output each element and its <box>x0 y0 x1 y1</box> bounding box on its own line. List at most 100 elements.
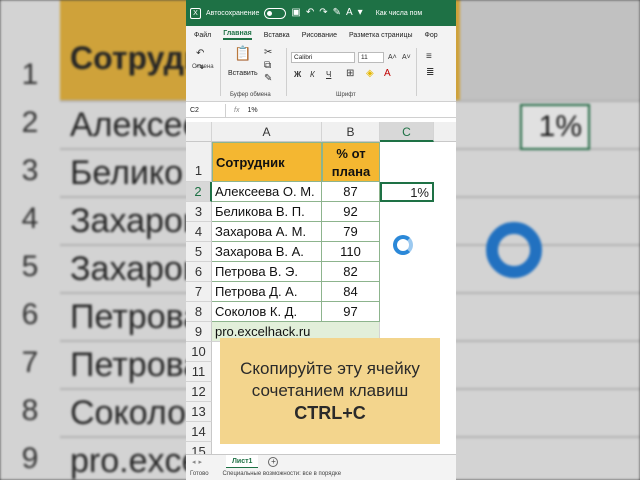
row-header[interactable]: 8 <box>186 302 212 322</box>
ribbon-tab[interactable]: Фор <box>425 32 438 39</box>
bg-row-name: Белико <box>70 154 184 192</box>
selected-cell-c2[interactable]: 1% <box>380 182 434 202</box>
row-header[interactable]: 10 <box>186 342 212 362</box>
instruction-callout: Скопируйте эту ячейку сочетанием клавиш … <box>220 338 440 444</box>
accessibility-status[interactable]: Специальные возможности: все в порядке <box>223 471 342 477</box>
row-header[interactable]: 14 <box>186 422 212 442</box>
bg-row-number: 6 <box>21 298 39 331</box>
video-frame: Сотрудн 1 2 Алексеева 3 Белико 4 Захарова 5 Заха… <box>0 0 640 480</box>
callout-shortcut: CTRL+C <box>294 403 366 423</box>
ribbon-tab[interactable]: Файл <box>194 32 211 39</box>
bg-row-number: 1 <box>21 58 39 91</box>
font-size-box[interactable]: 11 <box>358 52 384 63</box>
borders-icon[interactable]: ⊞ <box>346 69 354 79</box>
font-name-box[interactable]: Calibri <box>291 52 355 63</box>
row-header[interactable]: 1 <box>186 142 212 182</box>
ribbon: ↶ ↷ Отмена 📋 Вставить ✂ ⧉ ✎ Буфер обмена… <box>186 44 456 102</box>
redo-icon[interactable]: ↷ <box>319 8 327 18</box>
bg-header-fill-right <box>460 0 640 100</box>
excel-logo-icon: X <box>190 7 201 19</box>
header-cell-plan: % от плана <box>322 142 380 182</box>
ribbon-tabs: Файл Главная Вставка Рисование Разметка стра… <box>186 26 456 44</box>
formula-bar: C2 fx 1% <box>186 104 456 118</box>
undo-icon[interactable]: ↶ <box>196 49 204 59</box>
bg-row-number: 8 <box>21 394 39 427</box>
ribbon-tab[interactable]: Разметка страницы <box>349 32 413 39</box>
bold-button[interactable]: Ж <box>294 70 301 80</box>
status-ready: Готово <box>190 471 209 477</box>
bg-header-text: Сотрудн <box>70 40 204 76</box>
row-header[interactable]: 9 <box>186 322 212 342</box>
fill-color-icon[interactable]: ◈ <box>366 69 374 79</box>
table-row-value[interactable]: 97 <box>322 302 380 322</box>
add-sheet-icon[interactable]: + <box>268 456 279 467</box>
row-header[interactable]: 5 <box>186 242 212 262</box>
row-header[interactable]: 6 <box>186 262 212 282</box>
row-header[interactable]: 13 <box>186 402 212 422</box>
undo-icon[interactable]: ↶ <box>306 8 314 18</box>
align-left-icon[interactable]: ≣ <box>426 68 434 78</box>
table-row-value[interactable]: 87 <box>322 182 380 202</box>
table-row-value[interactable]: 92 <box>322 202 380 222</box>
table-row-name[interactable]: Алексеева О. М. <box>212 182 322 202</box>
table-row-value[interactable]: 110 <box>322 242 380 262</box>
status-bar: Готово Специальные возможности: все в по… <box>186 468 456 480</box>
row-header[interactable]: 4 <box>186 222 212 242</box>
ribbon-tab[interactable]: Вставка <box>264 32 290 39</box>
bg-row-name: Соколо <box>70 394 187 432</box>
row-header[interactable]: 3 <box>186 202 212 222</box>
bg-row-name: Петрова <box>70 298 203 336</box>
format-painter-icon[interactable]: ✎ <box>264 74 272 84</box>
row-header[interactable]: 12 <box>186 382 212 402</box>
column-header-b[interactable]: B <box>322 122 380 142</box>
sheet-nav-icon[interactable]: ◂▸ <box>186 458 226 466</box>
brush-icon[interactable]: ✎ <box>333 8 341 18</box>
table-row-name[interactable]: Петрова В. Э. <box>212 262 322 282</box>
bg-loading-ring <box>486 222 542 278</box>
paste-label[interactable]: Вставить <box>228 70 258 77</box>
font-group-label: Шрифт <box>336 92 356 98</box>
align-icon[interactable]: ≡ <box>426 52 432 62</box>
row-header[interactable]: 7 <box>186 282 212 302</box>
decrease-font-icon[interactable]: A˅ <box>402 53 411 63</box>
select-all-corner[interactable] <box>186 122 212 142</box>
ribbon-tab[interactable]: Рисование <box>302 32 337 39</box>
table-row-name[interactable]: Беликова В. П. <box>212 202 322 222</box>
bg-row-number: 9 <box>21 442 39 475</box>
paste-icon[interactable]: 📋 <box>234 46 251 60</box>
sheet-tab[interactable]: Лист1 <box>226 454 259 469</box>
callout-line-1: Скопируйте эту ячейку <box>240 359 420 378</box>
name-box[interactable]: C2 <box>186 104 226 117</box>
ribbon-tab[interactable]: Главная <box>223 30 252 40</box>
table-row-name[interactable]: Петрова Д. А. <box>212 282 322 302</box>
table-row-value[interactable]: 82 <box>322 262 380 282</box>
table-row-name[interactable]: Соколов К. Д. <box>212 302 322 322</box>
italic-button[interactable]: К <box>310 70 315 80</box>
formula-input[interactable]: 1% <box>247 107 257 114</box>
save-icon[interactable]: ▣ <box>291 8 300 18</box>
bg-row-number: 2 <box>21 106 39 139</box>
font-color-icon[interactable]: A <box>384 69 391 79</box>
loading-spinner-icon <box>393 235 413 255</box>
column-header-d[interactable] <box>434 122 456 142</box>
fx-icon[interactable]: fx <box>226 107 247 114</box>
underline-button[interactable]: Ч <box>326 70 331 80</box>
row-header[interactable]: 2 <box>186 182 212 202</box>
more-icon[interactable]: ▾ <box>358 8 363 18</box>
table-row-value[interactable]: 84 <box>322 282 380 302</box>
font-color-icon[interactable]: A <box>346 8 353 18</box>
bg-selected-cell: 1% <box>520 104 590 150</box>
table-row-value[interactable]: 79 <box>322 222 380 242</box>
row-header[interactable]: 11 <box>186 362 212 382</box>
autosave-toggle[interactable] <box>264 7 287 19</box>
column-header-c[interactable]: C <box>380 122 434 142</box>
bg-row-number: 7 <box>21 346 39 379</box>
column-header-a[interactable]: A <box>212 122 322 142</box>
callout-line-2: сочетанием клавиш <box>251 381 409 400</box>
copy-icon[interactable]: ⧉ <box>264 61 271 71</box>
sheet-tabs-bar: ◂▸ Лист1 + <box>186 454 456 469</box>
increase-font-icon[interactable]: A˄ <box>388 53 397 63</box>
cut-icon[interactable]: ✂ <box>264 48 272 58</box>
table-row-name[interactable]: Захарова А. М. <box>212 222 322 242</box>
table-row-name[interactable]: Захарова В. А. <box>212 242 322 262</box>
